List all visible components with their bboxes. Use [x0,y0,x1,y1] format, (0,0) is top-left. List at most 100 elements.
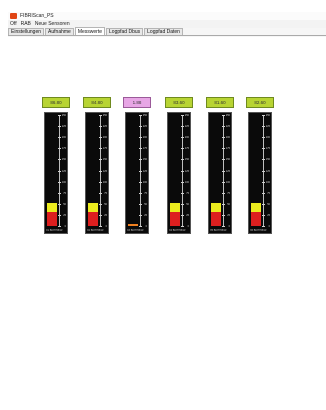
level-bar-red [88,212,98,226]
tick-label: 75 [227,191,230,195]
tick-label: 150 [184,158,189,162]
level-bar-yellow [170,203,180,212]
tick-label: 200 [102,136,107,140]
menu-item-off[interactable]: Off [8,20,19,28]
tick-label: 75 [267,191,270,195]
tick-label: 225 [61,125,66,129]
tick-label: 200 [61,136,66,140]
tick-label: 225 [102,125,107,129]
tab-einstellungen[interactable]: Einstellungen [8,28,45,35]
tick-label: 75 [63,191,66,195]
tick-label: 175 [184,147,189,151]
app-icon [10,13,17,19]
window-title: FIBRIScan_PS [20,13,54,19]
tick-label: 125 [225,169,230,173]
level-bar-red [211,212,221,226]
level-bar-low [128,224,138,226]
level-bar-red [170,212,180,226]
menu-item-rab[interactable]: RAB [19,20,33,28]
level-bar-red [251,212,261,226]
tick-label: 50 [227,202,230,206]
gauge-caption: X2 BCH7651R [87,229,104,232]
tick-label: 125 [61,169,66,173]
gauge-caption: X5 BCH7651R [210,229,227,232]
tick-label: 100 [265,180,270,184]
tick-label: 200 [142,136,147,140]
tick-label: 100 [142,180,147,184]
menu-bar: Off RAB Neue Sensoren [8,20,326,28]
tick-label: 200 [265,136,270,140]
tick-label: 150 [265,158,270,162]
gauge-scale: 250 225 200 175 150 125 100 75 50 25 0 [221,114,230,228]
tab-bar: Einstellungen Aufnahme Messwerte Logpfad… [8,27,326,36]
tick-label: 125 [142,169,147,173]
tick-label: 225 [142,125,147,129]
tick-label: 250 [102,114,107,117]
tick-label: 200 [225,136,230,140]
app-window: FIBRIScan_PS Off RAB Neue Sensoren Einst… [8,12,326,410]
gauge-caption: X3 BCH7651R [127,229,144,232]
tick-label: 250 [184,114,189,117]
tick-label: 75 [186,191,189,195]
tick-label: 150 [102,158,107,162]
level-gauge: 250 225 200 175 150 125 100 75 50 25 0 X… [248,112,272,234]
tick-label: 50 [144,202,147,206]
gauge-caption: X4 BCH7651R [169,229,186,232]
tick-label: 250 [142,114,147,117]
tick-label: 225 [265,125,270,129]
gauge-caption: X1 BCH7651R [46,229,63,232]
tick-label: 175 [225,147,230,151]
tick-label: 50 [267,202,270,206]
meter-value-display: 1.88 [123,97,151,108]
tick-label: 175 [265,147,270,151]
level-gauge: 250 225 200 175 150 125 100 75 50 25 0 X… [125,112,149,234]
tab-messwerte[interactable]: Messwerte [74,27,106,35]
tick-label: 175 [102,147,107,151]
tab-logpfad-daten[interactable]: Logpfad Daten [144,28,183,35]
tick-label: 50 [63,202,66,206]
meter-value-display: 83.60 [165,97,193,108]
tab-logpfad-dbus[interactable]: Logpfad Dbus [106,28,144,35]
tick-label: 250 [61,114,66,117]
title-bar: FIBRIScan_PS [8,12,326,20]
tick-label: 150 [61,158,66,162]
level-gauge: 250 225 200 175 150 125 100 75 50 25 0 X… [44,112,68,234]
level-gauge: 250 225 200 175 150 125 100 75 50 25 0 X… [208,112,232,234]
level-gauge: 250 225 200 175 150 125 100 75 50 25 0 X… [167,112,191,234]
gauge-scale: 250 225 200 175 150 125 100 75 50 25 0 [180,114,189,228]
tick-label: 200 [184,136,189,140]
tick-label: 100 [225,180,230,184]
tick-label: 50 [186,202,189,206]
tick-label: 50 [104,202,107,206]
tick-label: 25 [63,213,66,217]
tick-label: 25 [227,213,230,217]
tick-label: 100 [184,180,189,184]
tick-label: 250 [225,114,230,117]
gauge-caption: X6 BCH7651R [250,229,267,232]
gauge-scale: 250 225 200 175 150 125 100 75 50 25 0 [261,114,270,228]
gauge-scale: 250 225 200 175 150 125 100 75 50 25 0 [57,114,66,228]
tick-label: 250 [265,114,270,117]
tick-label: 100 [61,180,66,184]
tick-label: 175 [61,147,66,151]
tick-label: 150 [142,158,147,162]
tick-label: 150 [225,158,230,162]
tick-label: 75 [104,191,107,195]
tab-aufnahme[interactable]: Aufnahme [45,28,74,35]
tick-label: 225 [225,125,230,129]
meter-value-display: 82.60 [246,97,274,108]
menu-item-neue-sensoren[interactable]: Neue Sensoren [33,20,72,28]
tick-label: 25 [144,213,147,217]
gauge-scale: 250 225 200 175 150 125 100 75 50 25 0 [98,114,107,228]
tick-label: 175 [142,147,147,151]
tick-label: 225 [184,125,189,129]
tick-label: 100 [102,180,107,184]
tick-label: 125 [184,169,189,173]
meter-value-display: 86.80 [42,97,70,108]
gauge-scale: 250 225 200 175 150 125 100 75 50 25 0 [138,114,147,228]
level-bar-yellow [88,203,98,212]
messwerte-panel: 86.80 250 225 200 175 150 125 100 75 50 … [8,37,326,410]
tick-label: 25 [186,213,189,217]
tick-label: 75 [144,191,147,195]
tick-label: 125 [265,169,270,173]
